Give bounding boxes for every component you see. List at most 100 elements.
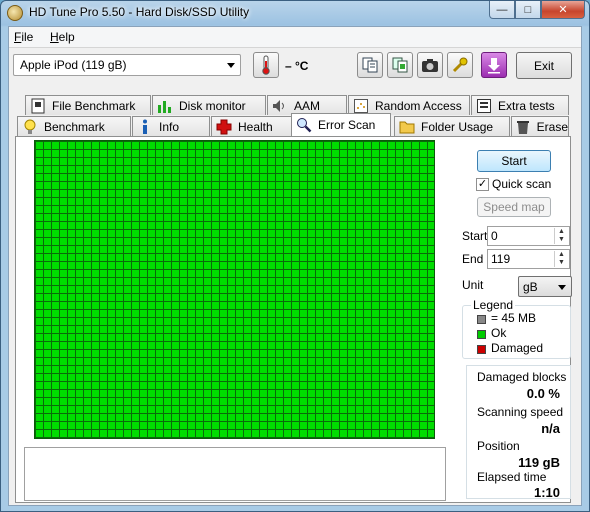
minimize-icon: — xyxy=(496,3,508,16)
tab-label: Disk monitor xyxy=(179,98,246,113)
exit-button[interactable]: Exit xyxy=(516,52,572,79)
legend-title: Legend xyxy=(471,298,516,312)
window-title: HD Tune Pro 5.50 - Hard Disk/SSD Utility xyxy=(29,5,250,19)
camera-icon xyxy=(422,59,438,72)
unit-select[interactable]: gB xyxy=(518,276,572,297)
speed-map-button-label: Speed map xyxy=(483,200,545,214)
copy-info-button[interactable] xyxy=(387,52,413,78)
thermometer-icon xyxy=(262,55,270,75)
screenshot-button[interactable] xyxy=(417,52,443,78)
scan-block-grid xyxy=(34,140,435,439)
menu-help-rest: elp xyxy=(58,30,75,44)
legend-block-size: = 45 MB xyxy=(491,311,537,325)
tab-label: Info xyxy=(159,119,180,134)
download-arrow-icon xyxy=(488,58,500,74)
start-scan-button-label: Start xyxy=(501,154,527,168)
spin-down-icon: ▼ xyxy=(558,259,565,266)
bar-chart-icon xyxy=(157,98,173,114)
title-bar[interactable]: HD Tune Pro 5.50 - Hard Disk/SSD Utility… xyxy=(1,1,589,25)
damaged-blocks-value: 0.0 % xyxy=(526,386,560,401)
tab-aam[interactable]: AAM xyxy=(267,95,347,115)
start-offset-spinner[interactable]: ▲ ▼ xyxy=(554,228,568,244)
damaged-blocks-label: Damaged blocks xyxy=(477,370,567,384)
file-benchmark-icon xyxy=(30,98,46,114)
error-scan-panel: Start ✓ Quick scan Speed map Start 0 ▲ ▼ … xyxy=(15,136,572,503)
end-label: End xyxy=(462,252,484,266)
folder-icon xyxy=(399,119,415,135)
scanning-speed-label: Scanning speed xyxy=(477,405,564,419)
tab-label: Erase xyxy=(536,119,568,134)
tab-label: Extra tests xyxy=(498,98,555,113)
exit-button-label: Exit xyxy=(533,58,554,73)
maximize-icon: □ xyxy=(524,3,532,16)
temperature-readout: – °C xyxy=(285,59,309,73)
end-offset-value: 119 xyxy=(491,252,511,266)
copy-text-button[interactable] xyxy=(357,52,383,78)
quick-scan-label[interactable]: Quick scan xyxy=(492,177,551,191)
end-offset-spinner[interactable]: ▲ ▼ xyxy=(554,251,568,267)
spin-up-icon: ▲ xyxy=(558,228,565,235)
close-button[interactable]: ✕ xyxy=(541,1,585,19)
legend-group: Legend = 45 MB Ok Damaged xyxy=(462,298,571,359)
start-scan-button[interactable]: Start xyxy=(477,150,551,172)
scatter-icon xyxy=(353,98,369,114)
tab-erase[interactable]: Erase xyxy=(511,116,569,136)
quick-scan-checkbox[interactable]: ✓ xyxy=(476,178,489,191)
tab-label: Folder Usage xyxy=(421,119,494,134)
end-offset-input[interactable]: 119 ▲ ▼ xyxy=(487,249,570,269)
speaker-icon xyxy=(272,98,288,114)
scan-stats-box: Damaged blocks 0.0 % Scanning speed n/a … xyxy=(466,365,571,500)
drive-select-value: Apple iPod (119 gB) xyxy=(20,58,127,72)
position-label: Position xyxy=(477,439,520,453)
menu-bar: File Help xyxy=(9,27,581,47)
tab-error-scan[interactable]: Error Scan xyxy=(291,113,391,136)
temperature-button[interactable] xyxy=(253,52,279,78)
menu-file-rest: ile xyxy=(21,30,34,44)
tab-file-benchmark[interactable]: File Benchmark xyxy=(25,95,151,115)
drive-select[interactable]: Apple iPod (119 gB) xyxy=(13,54,241,76)
lightbulb-icon xyxy=(22,119,38,135)
tab-benchmark[interactable]: Benchmark xyxy=(17,116,131,136)
health-cross-icon xyxy=(216,119,232,135)
tab-health[interactable]: Health xyxy=(211,116,295,136)
info-icon xyxy=(137,119,153,135)
extra-tests-icon xyxy=(476,98,492,114)
unit-select-value: gB xyxy=(523,280,538,294)
speed-map-button[interactable]: Speed map xyxy=(477,197,551,217)
scan-log-box[interactable] xyxy=(24,447,446,501)
trash-icon xyxy=(516,119,531,135)
tab-random-access[interactable]: Random Access xyxy=(348,95,470,115)
copy-info-icon xyxy=(392,57,408,73)
start-offset-value: 0 xyxy=(491,229,498,243)
legend-damaged: Damaged xyxy=(491,341,544,355)
tab-folder-usage[interactable]: Folder Usage xyxy=(394,116,510,136)
menu-divider xyxy=(9,47,581,48)
tab-label: Health xyxy=(238,119,273,134)
maximize-button[interactable]: □ xyxy=(515,1,541,19)
app-window: HD Tune Pro 5.50 - Hard Disk/SSD Utility… xyxy=(0,0,590,512)
save-button[interactable] xyxy=(481,52,507,78)
tab-label: Error Scan xyxy=(318,118,376,132)
position-value: 119 gB xyxy=(518,455,560,470)
menu-help-mnemonic: H xyxy=(50,30,59,44)
magnifier-icon xyxy=(296,117,312,133)
options-button[interactable] xyxy=(447,52,473,78)
tab-info[interactable]: Info xyxy=(132,116,210,136)
wrench-icon xyxy=(452,57,468,73)
close-icon: ✕ xyxy=(558,4,568,16)
start-offset-input[interactable]: 0 ▲ ▼ xyxy=(487,226,570,246)
tab-disk-monitor[interactable]: Disk monitor xyxy=(152,95,266,115)
damaged-swatch xyxy=(477,345,486,354)
elapsed-time-label: Elapsed time xyxy=(477,470,547,484)
chevron-down-icon xyxy=(227,63,235,68)
copy-icon xyxy=(362,57,378,73)
menu-help[interactable]: Help xyxy=(50,30,75,44)
minimize-button[interactable]: — xyxy=(489,1,515,19)
start-label: Start xyxy=(462,229,488,243)
tab-extra-tests[interactable]: Extra tests xyxy=(471,95,569,115)
spin-up-icon: ▲ xyxy=(558,251,565,258)
checkmark-icon: ✓ xyxy=(477,178,488,190)
menu-file[interactable]: File xyxy=(14,30,33,44)
tab-label: File Benchmark xyxy=(52,98,136,113)
unit-label: Unit xyxy=(462,278,484,292)
